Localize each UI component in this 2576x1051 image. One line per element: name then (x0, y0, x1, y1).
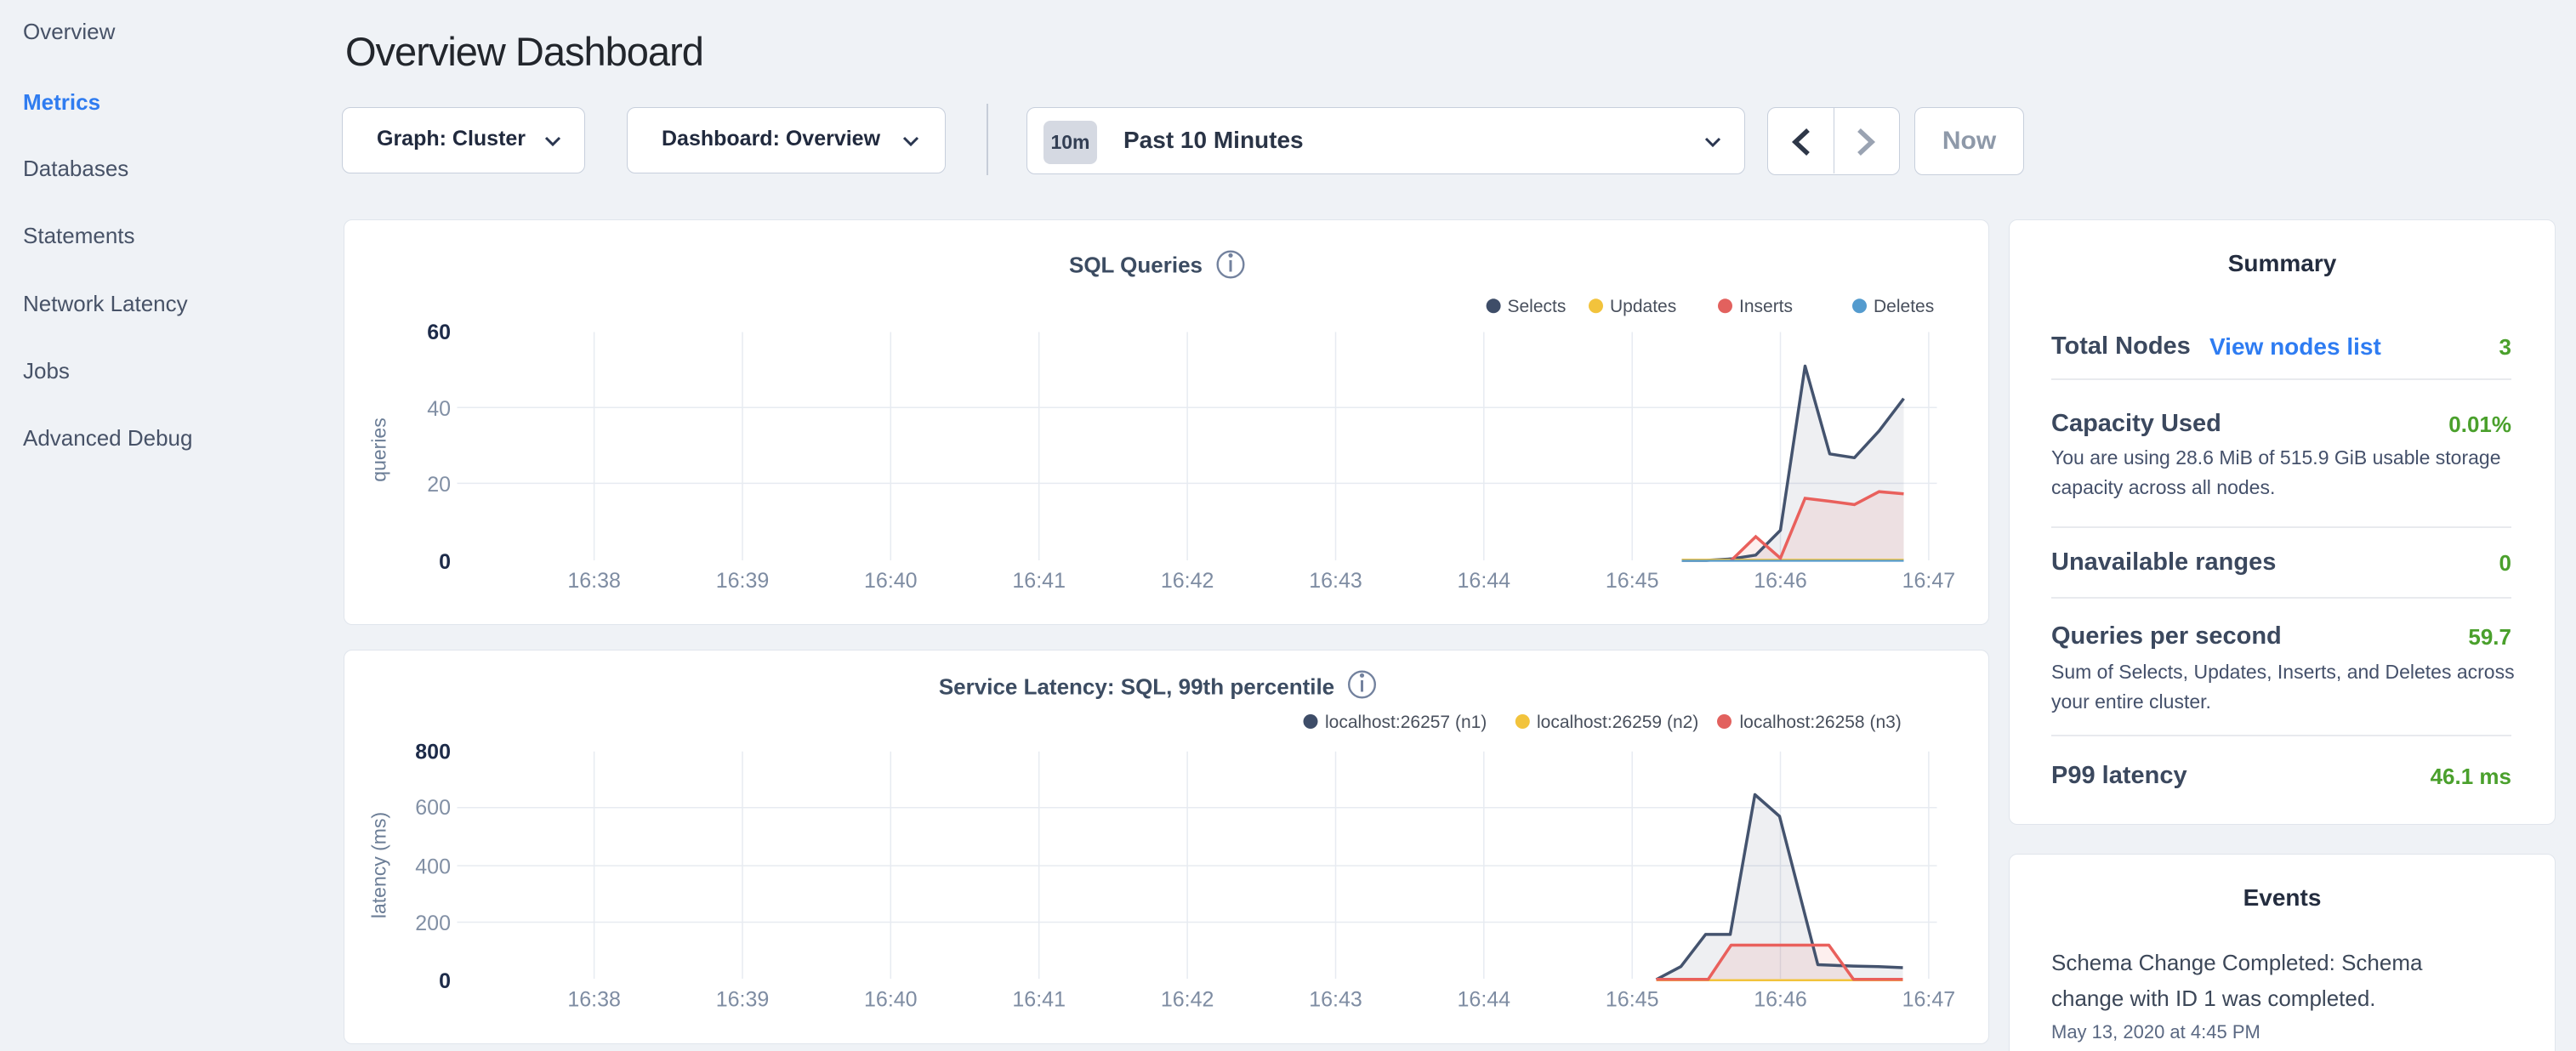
svg-text:16:46: 16:46 (1754, 987, 1807, 1011)
svg-text:16:39: 16:39 (715, 569, 769, 593)
svg-text:localhost:26258 (n3): localhost:26258 (n3) (1739, 713, 1901, 732)
svg-text:16:39: 16:39 (715, 987, 769, 1011)
svg-text:16:43: 16:43 (1309, 987, 1362, 1011)
svg-text:16:42: 16:42 (1160, 987, 1214, 1011)
svg-text:16:41: 16:41 (1012, 987, 1066, 1011)
svg-text:Deletes: Deletes (1874, 297, 1934, 316)
svg-text:Service Latency: SQL, 99th per: Service Latency: SQL, 99th percentile (938, 673, 1333, 699)
svg-text:16:46: 16:46 (1754, 569, 1807, 593)
svg-text:16:44: 16:44 (1457, 569, 1510, 593)
svg-text:16:38: 16:38 (567, 569, 621, 593)
svg-text:400: 400 (415, 855, 451, 878)
svg-text:16:38: 16:38 (567, 987, 621, 1011)
svg-text:Selects: Selects (1507, 297, 1566, 316)
svg-text:localhost:26259 (n2): localhost:26259 (n2) (1537, 713, 1698, 732)
svg-text:16:47: 16:47 (1902, 569, 1955, 593)
svg-text:16:43: 16:43 (1309, 569, 1362, 593)
svg-text:0: 0 (439, 550, 451, 574)
svg-text:16:44: 16:44 (1457, 987, 1510, 1011)
svg-text:latency (ms): latency (ms) (367, 811, 390, 917)
svg-text:600: 600 (415, 796, 451, 820)
svg-text:16:47: 16:47 (1902, 987, 1955, 1011)
svg-text:16:40: 16:40 (864, 987, 918, 1011)
svg-text:localhost:26257 (n1): localhost:26257 (n1) (1325, 713, 1487, 732)
svg-text:16:45: 16:45 (1605, 569, 1658, 593)
svg-text:60: 60 (427, 321, 451, 344)
svg-text:Inserts: Inserts (1739, 297, 1793, 316)
svg-text:200: 200 (415, 911, 451, 935)
svg-text:40: 40 (427, 396, 451, 420)
svg-text:20: 20 (427, 472, 451, 496)
svg-text:0: 0 (439, 969, 451, 993)
svg-text:queries: queries (367, 418, 390, 481)
svg-text:16:40: 16:40 (864, 569, 918, 593)
svg-text:16:42: 16:42 (1160, 569, 1214, 593)
svg-text:16:45: 16:45 (1605, 987, 1658, 1011)
svg-text:16:41: 16:41 (1012, 569, 1066, 593)
svg-text:Updates: Updates (1610, 297, 1676, 316)
svg-text:SQL Queries: SQL Queries (1068, 252, 1202, 277)
svg-text:800: 800 (415, 740, 451, 764)
